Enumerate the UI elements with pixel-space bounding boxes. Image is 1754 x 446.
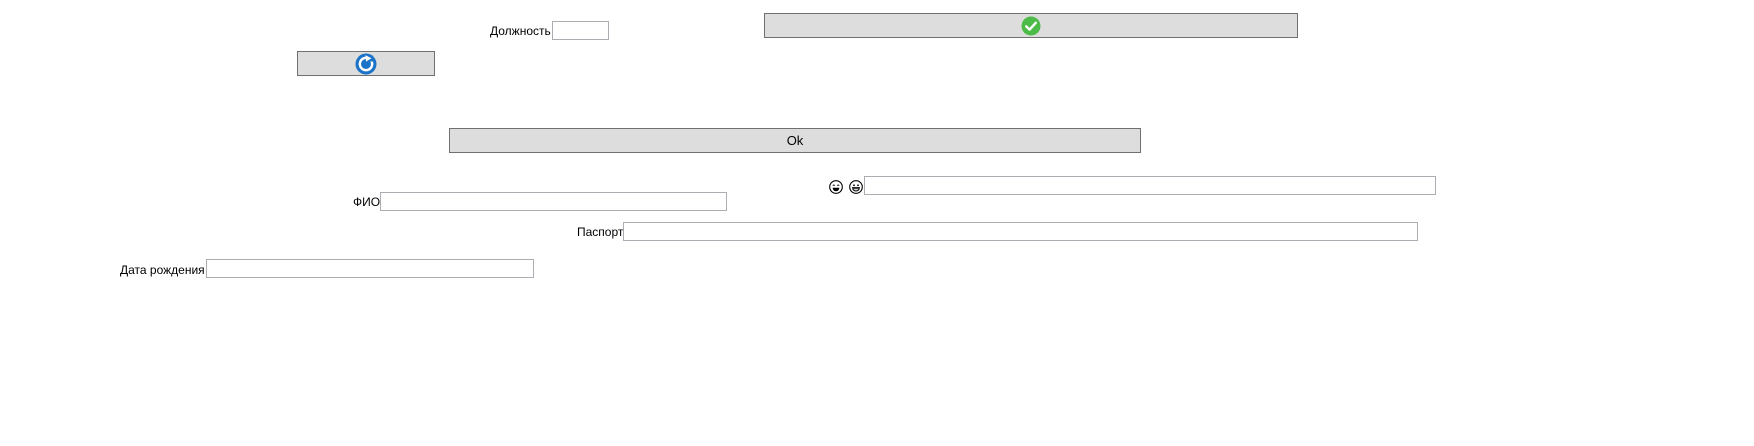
birthdate-label: Дата рождения	[120, 263, 205, 277]
refresh-icon	[355, 53, 377, 74]
refresh-button[interactable]	[297, 51, 435, 76]
fio-input[interactable]	[380, 192, 727, 211]
ok-button[interactable]: Ok	[449, 128, 1141, 153]
confirm-button[interactable]	[764, 13, 1298, 38]
check-circle-icon	[1021, 16, 1041, 35]
passport-label: Паспорт	[577, 225, 624, 239]
position-input[interactable]	[552, 21, 609, 40]
birthdate-input[interactable]	[206, 259, 534, 278]
grinning-face-icon	[849, 180, 863, 194]
extra-input[interactable]	[864, 176, 1436, 195]
passport-input[interactable]	[623, 222, 1418, 241]
laughing-face-icon	[829, 180, 843, 194]
fio-label: ФИО	[353, 195, 381, 209]
position-label: Должность	[490, 24, 551, 38]
